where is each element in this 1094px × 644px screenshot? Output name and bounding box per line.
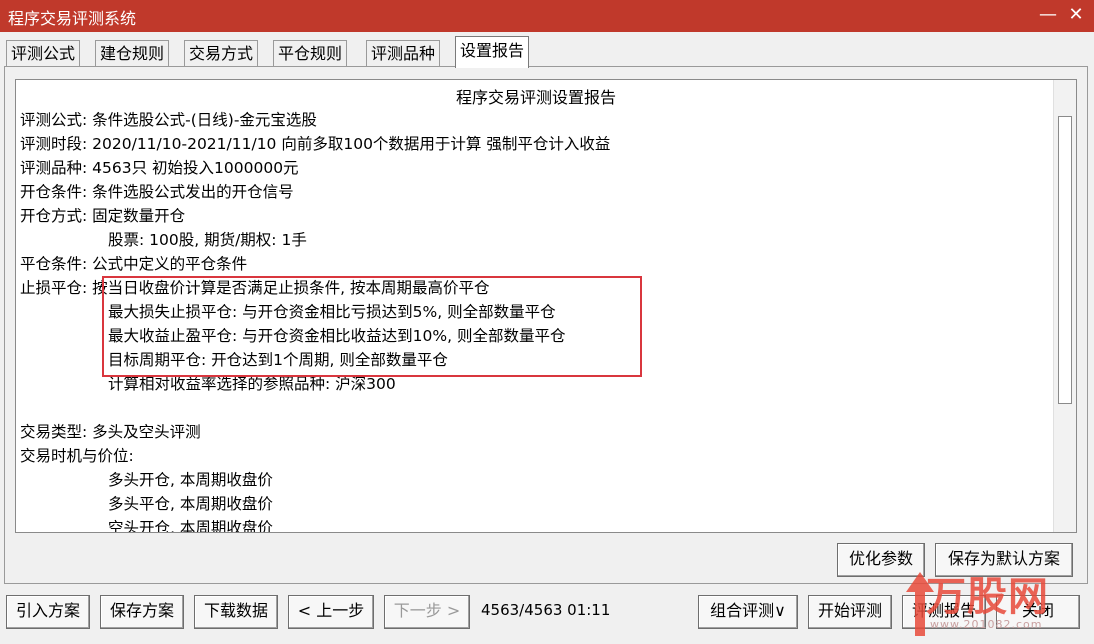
report-line: 评测公式: 条件选股公式-(日线)-金元宝选股 [20,111,317,129]
report-line: 评测时段: 2020/11/10-2021/11/10 向前多取100个数据用于… [20,135,611,153]
report-title: 程序交易评测设置报告 [455,88,616,107]
report-line: 开仓方式: 固定数量开仓 [20,207,186,225]
report-textarea[interactable]: 程序交易评测设置报告 评测公式: 条件选股公式-(日线)-金元宝选股 评测时段:… [15,79,1077,533]
report-line: 股票: 100股, 期货/期权: 1手 [108,231,307,249]
tab-open-rules[interactable]: 建仓规则 [95,40,170,67]
next-step-button[interactable]: 下一步 > [384,595,470,629]
progress-status: 4563/4563 01:11 [481,601,611,619]
report-line: 交易时机与价位: [20,447,134,465]
tab-panel: 程序交易评测设置报告 评测公式: 条件选股公式-(日线)-金元宝选股 评测时段:… [4,66,1088,584]
close-button[interactable]: 关闭 [996,595,1080,629]
tab-close-rules[interactable]: 平仓规则 [273,40,348,67]
report-line: 多头平仓, 本周期收盘价 [108,495,273,513]
minimize-icon[interactable]: — [1036,3,1060,27]
import-plan-button[interactable]: 引入方案 [6,595,90,629]
report-line: 交易类型: 多头及空头评测 [20,423,201,441]
download-data-button[interactable]: 下载数据 [194,595,278,629]
start-eval-button[interactable]: 开始评测 [808,595,892,629]
vertical-scrollbar[interactable] [1053,80,1076,532]
tab-instruments[interactable]: 评测品种 [366,40,441,67]
window-title: 程序交易评测系统 [8,9,137,28]
prev-step-button[interactable]: < 上一步 [288,595,374,629]
save-plan-button[interactable]: 保存方案 [100,595,184,629]
scrollbar-thumb[interactable] [1058,116,1072,404]
window-titlebar: 程序交易评测系统 — ✕ [0,0,1094,32]
report-line: 平仓条件: 公式中定义的平仓条件 [20,255,248,273]
close-icon[interactable]: ✕ [1064,3,1088,27]
tab-formula[interactable]: 评测公式 [6,40,81,67]
save-default-button[interactable]: 保存为默认方案 [935,543,1073,577]
eval-report-button[interactable]: 评测报告 [902,595,986,629]
combo-eval-dropdown[interactable]: 组合评测∨ [698,595,798,629]
highlight-box [102,276,642,377]
tab-trade-mode[interactable]: 交易方式 [184,40,259,67]
optimize-params-button[interactable]: 优化参数 [837,543,925,577]
report-line: 评测品种: 4563只 初始投入1000000元 [20,159,299,177]
report-line: 多头开仓, 本周期收盘价 [108,471,273,489]
report-line: 空头开仓, 本周期收盘价 [108,519,273,533]
report-line: 开仓条件: 条件选股公式发出的开仓信号 [20,183,294,201]
tab-settings-report[interactable]: 设置报告 [455,36,530,68]
